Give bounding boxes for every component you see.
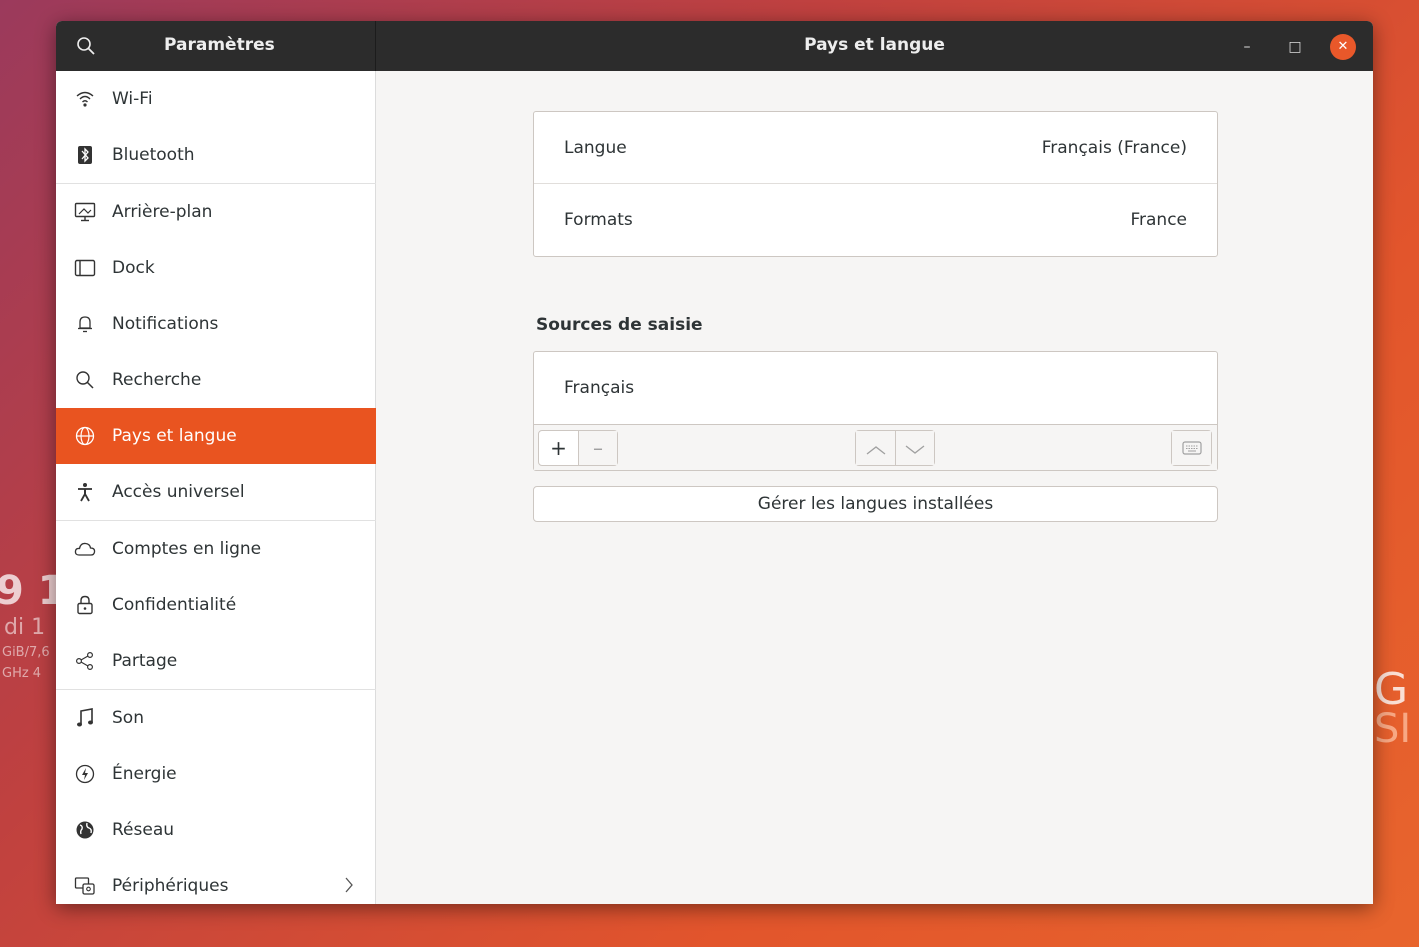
sidebar-item-search[interactable]: Recherche — [56, 352, 376, 408]
wifi-icon — [74, 88, 96, 110]
chevron-right-icon — [344, 876, 354, 899]
input-source-row[interactable]: Français — [534, 352, 1217, 424]
keyboard-icon — [1181, 436, 1202, 460]
sidebar-item-label: Pays et langue — [112, 426, 237, 446]
search-icon[interactable] — [76, 36, 96, 56]
desktop-mem-fragment: GiB/7,6 — [2, 645, 50, 660]
sidebar-item-devices[interactable]: Périphériques — [56, 858, 376, 904]
maximize-button[interactable]: □ — [1282, 34, 1308, 60]
sidebar-item-label: Wi-Fi — [112, 89, 153, 109]
sidebar-item-label: Bluetooth — [112, 145, 195, 165]
chevron-down-icon — [905, 436, 925, 460]
add-remove-group: + – — [538, 430, 618, 466]
reorder-group — [855, 430, 935, 466]
page-title: Pays et langue — [804, 35, 945, 55]
sidebar-item-label: Énergie — [112, 764, 177, 784]
sidebar-item-dock[interactable]: Dock — [56, 240, 376, 296]
language-value: Français (France) — [1041, 137, 1187, 158]
chevron-up-icon — [866, 436, 886, 460]
globe-icon — [74, 425, 96, 447]
search-icon — [74, 369, 96, 391]
sidebar-item-label: Notifications — [112, 314, 219, 334]
language-label: Langue — [564, 137, 627, 158]
sidebar-item-notifications[interactable]: Notifications — [56, 296, 376, 352]
sidebar-item-label: Dock — [112, 258, 155, 278]
move-down-button[interactable] — [895, 431, 934, 465]
desktop-date-fragment: di 1 — [4, 615, 46, 640]
manage-installed-languages-button[interactable]: Gérer les langues installées — [533, 486, 1218, 522]
move-up-button[interactable] — [856, 431, 895, 465]
sidebar-item-privacy[interactable]: Confidentialité — [56, 577, 376, 633]
sidebar-item-label: Accès universel — [112, 482, 245, 502]
lock-icon — [74, 594, 96, 616]
sidebar-item-label: Son — [112, 708, 144, 728]
bluetooth-icon — [74, 144, 96, 166]
settings-window: Paramètres Pays et langue – □ ✕ Wi-Fi Bl… — [56, 21, 1373, 904]
accessibility-icon — [74, 481, 96, 503]
background-icon — [74, 201, 96, 223]
sidebar-item-online-accounts[interactable]: Comptes en ligne — [56, 521, 376, 577]
sidebar-item-sound[interactable]: Son — [56, 690, 376, 746]
formats-label: Formats — [564, 210, 633, 230]
sidebar-item-label: Partage — [112, 651, 178, 671]
headerbar: Paramètres Pays et langue – □ ✕ — [56, 21, 1373, 71]
sidebar: Wi-Fi Bluetooth Arrière-plan Dock Notifi… — [56, 71, 376, 904]
sidebar-item-wifi[interactable]: Wi-Fi — [56, 71, 376, 127]
input-sources-list: Français + – — [533, 351, 1218, 471]
sidebar-item-background[interactable]: Arrière-plan — [56, 184, 376, 240]
sidebar-item-region-language[interactable]: Pays et langue — [56, 408, 376, 464]
show-keyboard-layout-button[interactable] — [1172, 431, 1211, 465]
bell-icon — [74, 313, 96, 335]
sidebar-item-label: Réseau — [112, 820, 175, 840]
input-source-label: Français — [564, 378, 635, 398]
sidebar-item-label: Périphériques — [112, 876, 229, 896]
input-sources-title: Sources de saisie — [536, 315, 703, 335]
close-button[interactable]: ✕ — [1330, 34, 1356, 60]
language-row[interactable]: Langue Français (France) — [534, 112, 1217, 184]
sidebar-item-label: Arrière-plan — [112, 202, 213, 222]
sidebar-item-sharing[interactable]: Partage — [56, 633, 376, 689]
keyboard-layout-group — [1171, 430, 1212, 466]
app-title: Paramètres — [164, 35, 275, 55]
language-formats-list: Langue Français (France) Formats France — [533, 111, 1218, 257]
share-icon — [74, 650, 96, 672]
music-note-icon — [74, 707, 96, 729]
add-input-source-button[interactable]: + — [539, 431, 578, 465]
sidebar-item-label: Recherche — [112, 370, 202, 390]
content-panel: Langue Français (France) Formats France … — [376, 71, 1373, 904]
minimize-button[interactable]: – — [1234, 34, 1260, 60]
headerbar-sidebar-section: Paramètres — [56, 21, 376, 71]
formats-value: France — [1130, 210, 1187, 230]
input-sources-toolbar: + – — [534, 424, 1217, 470]
desktop-logo-fragment-2: SI — [1374, 706, 1412, 752]
network-globe-icon — [74, 819, 96, 841]
remove-input-source-button[interactable]: – — [578, 431, 617, 465]
sidebar-item-label: Comptes en ligne — [112, 539, 262, 559]
sidebar-item-power[interactable]: Énergie — [56, 746, 376, 802]
power-icon — [74, 763, 96, 785]
dock-icon — [74, 257, 96, 279]
devices-icon — [74, 875, 96, 897]
sidebar-item-accessibility[interactable]: Accès universel — [56, 464, 376, 520]
sidebar-item-label: Confidentialité — [112, 595, 237, 615]
cloud-icon — [74, 538, 96, 560]
sidebar-item-network[interactable]: Réseau — [56, 802, 376, 858]
sidebar-item-bluetooth[interactable]: Bluetooth — [56, 127, 376, 183]
formats-row[interactable]: Formats France — [534, 184, 1217, 256]
desktop-cpu-fragment: GHz 4 — [2, 666, 42, 681]
